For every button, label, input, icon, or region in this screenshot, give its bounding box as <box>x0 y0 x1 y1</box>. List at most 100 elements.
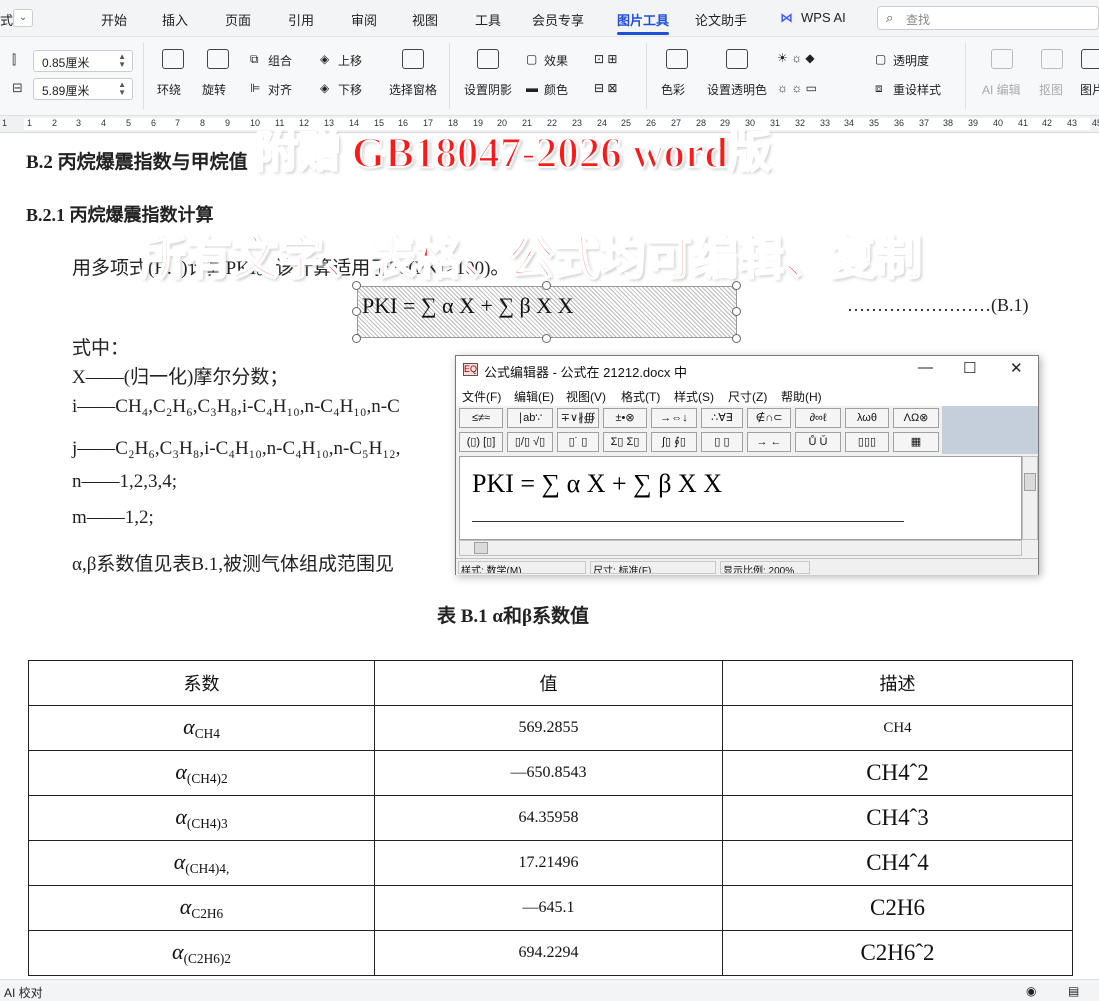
search-box[interactable]: ⌕ 查找 <box>877 6 1099 30</box>
vertical-scrollbar[interactable] <box>1022 456 1038 540</box>
set-transparent-button[interactable]: 设置透明色 <box>707 81 767 98</box>
tab-member[interactable]: 会员专享 <box>532 10 584 29</box>
resize-handle[interactable] <box>352 334 361 343</box>
fraction-template-button[interactable]: ▯/▯ √▯ <box>507 432 553 452</box>
coefficient-cell[interactable]: α(CH4)3 <box>28 795 375 841</box>
script-template-button[interactable]: ▯˙ ▯ <box>557 432 599 452</box>
menu-help[interactable]: 帮助(H) <box>781 388 822 405</box>
set-transparent-icon[interactable] <box>726 49 748 69</box>
menu-edit[interactable]: 编辑(E) <box>514 388 554 405</box>
align-button[interactable]: 对齐 <box>268 81 292 98</box>
selection-pane-icon[interactable] <box>402 49 424 69</box>
brightness-icon[interactable]: ☀ ☼ ◆ <box>777 51 815 65</box>
menu-format[interactable]: 格式(T) <box>621 388 660 405</box>
crop-icon[interactable]: ⊡ ⊞ <box>594 52 617 66</box>
chevron-down-icon[interactable]: ⌄ <box>13 9 33 27</box>
description-cell[interactable]: CH4ˆ2 <box>722 750 1073 796</box>
bring-forward-button[interactable]: 上移 <box>338 52 362 69</box>
tab-page[interactable]: 页面 <box>225 10 251 29</box>
scroll-thumb[interactable] <box>474 542 488 554</box>
arrow-palette-button[interactable]: →⇔↓ <box>651 408 697 428</box>
grid-template-button[interactable]: ▦ <box>893 432 939 452</box>
matting-button[interactable]: 抠图 <box>1039 81 1063 98</box>
height-input[interactable]: 0.85厘米 ▲ ▼ <box>33 50 133 72</box>
description-cell[interactable]: C2H6 <box>722 885 1073 931</box>
product-template-button[interactable]: Ů Ǔ <box>795 432 841 452</box>
matting-icon[interactable] <box>1041 49 1063 69</box>
greek-upper-palette-button[interactable]: ΛΩ⊗ <box>893 408 939 428</box>
menu-size[interactable]: 尺寸(Z) <box>728 388 767 405</box>
equation-editor-window[interactable]: EQ 公式编辑器 - 公式在 21212.docx 中 — ☐ ✕ 文件(F) … <box>455 355 1039 575</box>
group-button[interactable]: 组合 <box>268 52 292 69</box>
set-palette-button[interactable]: ∉∩⊂ <box>747 408 791 428</box>
integral-template-button[interactable]: ∫▯ ∮▯ <box>651 432 697 452</box>
editor-formula[interactable]: PKI = ∑ α X + ∑ β X X <box>472 469 722 499</box>
tab-tools[interactable]: 工具 <box>475 10 501 29</box>
tab-references[interactable]: 引用 <box>288 10 314 29</box>
coefficient-cell[interactable]: αC2H6 <box>28 885 375 931</box>
contrast-icon[interactable]: ☼ ☼ ▭ <box>777 81 817 95</box>
editor-titlebar[interactable]: EQ 公式编辑器 - 公式在 21212.docx 中 — ☐ ✕ <box>456 356 1038 384</box>
color-mode-button[interactable]: 色彩 <box>661 81 685 98</box>
coefficient-cell[interactable]: α(CH4)4, <box>28 840 375 886</box>
ai-edit-button[interactable]: AI 编辑 <box>982 81 1021 98</box>
selected-formula-object[interactable]: PKI = ∑ α X + ∑ β X X <box>357 286 737 338</box>
tab-view[interactable]: 视图 <box>412 10 438 29</box>
close-icon[interactable]: ✕ <box>1010 359 1023 377</box>
maximize-icon[interactable]: ☐ <box>963 359 976 377</box>
logic-palette-button[interactable]: ∴∀∃ <box>701 408 743 428</box>
coefficient-cell[interactable]: αCH4 <box>28 705 375 751</box>
greek-lower-palette-button[interactable]: λωθ <box>845 408 889 428</box>
wrap-icon[interactable] <box>162 49 184 69</box>
description-cell[interactable]: C2H6ˆ2 <box>722 930 1073 976</box>
menu-view[interactable]: 视图(V) <box>566 388 606 405</box>
tab-cut[interactable]: 式 <box>0 10 13 29</box>
tab-wps-ai[interactable]: WPS AI <box>801 10 846 25</box>
value-cell[interactable]: 694.2294 <box>374 930 723 976</box>
stepper-icon[interactable]: ▲ ▼ <box>118 81 126 97</box>
arrow-template-button[interactable]: → ← <box>747 432 791 452</box>
equation-edit-area[interactable]: PKI = ∑ α X + ∑ β X X <box>459 456 1022 540</box>
coefficient-cell[interactable]: α(C2H6)2 <box>28 930 375 976</box>
horizontal-scrollbar[interactable] <box>459 540 1022 556</box>
width-input[interactable]: 5.89厘米 ▲ ▼ <box>33 78 133 100</box>
operator-palette-button[interactable]: ±•⊗ <box>603 408 647 428</box>
resize-handle[interactable] <box>542 334 551 343</box>
send-backward-button[interactable]: 下移 <box>338 81 362 98</box>
description-cell[interactable]: CH4ˆ4 <box>722 840 1073 886</box>
color-button[interactable]: 颜色 <box>544 81 568 98</box>
wrap-button[interactable]: 环绕 <box>157 81 181 98</box>
picture-icon[interactable] <box>1081 49 1099 69</box>
resize-handle[interactable] <box>352 307 361 316</box>
fence-template-button[interactable]: (▯) [▯] <box>459 432 503 452</box>
value-cell[interactable]: 17.21496 <box>374 840 723 886</box>
effects-button[interactable]: 效果 <box>544 52 568 69</box>
description-cell[interactable]: CH4 <box>722 705 1073 751</box>
tab-thesis[interactable]: 论文助手 <box>695 10 747 29</box>
layout-icon[interactable]: ▤ <box>1068 984 1079 998</box>
ai-proofread-button[interactable]: AI 校对 <box>4 984 43 1001</box>
menu-file[interactable]: 文件(F) <box>462 388 501 405</box>
tab-home[interactable]: 开始 <box>101 10 127 29</box>
spacing-palette-button[interactable]: ∣ab∵ <box>507 408 553 428</box>
ai-edit-icon[interactable] <box>991 49 1013 69</box>
description-cell[interactable]: CH4ˆ3 <box>722 795 1073 841</box>
shadow-button[interactable]: 设置阴影 <box>464 81 512 98</box>
tab-review[interactable]: 审阅 <box>351 10 377 29</box>
view-icon[interactable]: ◉ <box>1026 984 1036 998</box>
resize-handle[interactable] <box>732 307 741 316</box>
picture-button[interactable]: 图片 <box>1080 81 1099 98</box>
value-cell[interactable]: —645.1 <box>374 885 723 931</box>
coefficient-cell[interactable]: α(CH4)2 <box>28 750 375 796</box>
reset-style-button[interactable]: 重设样式 <box>893 81 941 98</box>
transparency-button[interactable]: 透明度 <box>893 52 929 69</box>
sum-template-button[interactable]: Σ▯ Σ▯ <box>603 432 647 452</box>
value-cell[interactable]: 569.2855 <box>374 705 723 751</box>
value-cell[interactable]: —650.8543 <box>374 750 723 796</box>
bar-template-button[interactable]: ▯ ▯ <box>701 432 743 452</box>
stepper-icon[interactable]: ▲ ▼ <box>118 53 126 69</box>
scroll-thumb[interactable] <box>1024 473 1036 491</box>
embellishment-palette-button[interactable]: ∓∨∦∰ <box>557 408 599 428</box>
shadow-icon[interactable] <box>477 49 499 69</box>
selection-pane-button[interactable]: 选择窗格 <box>389 81 437 98</box>
